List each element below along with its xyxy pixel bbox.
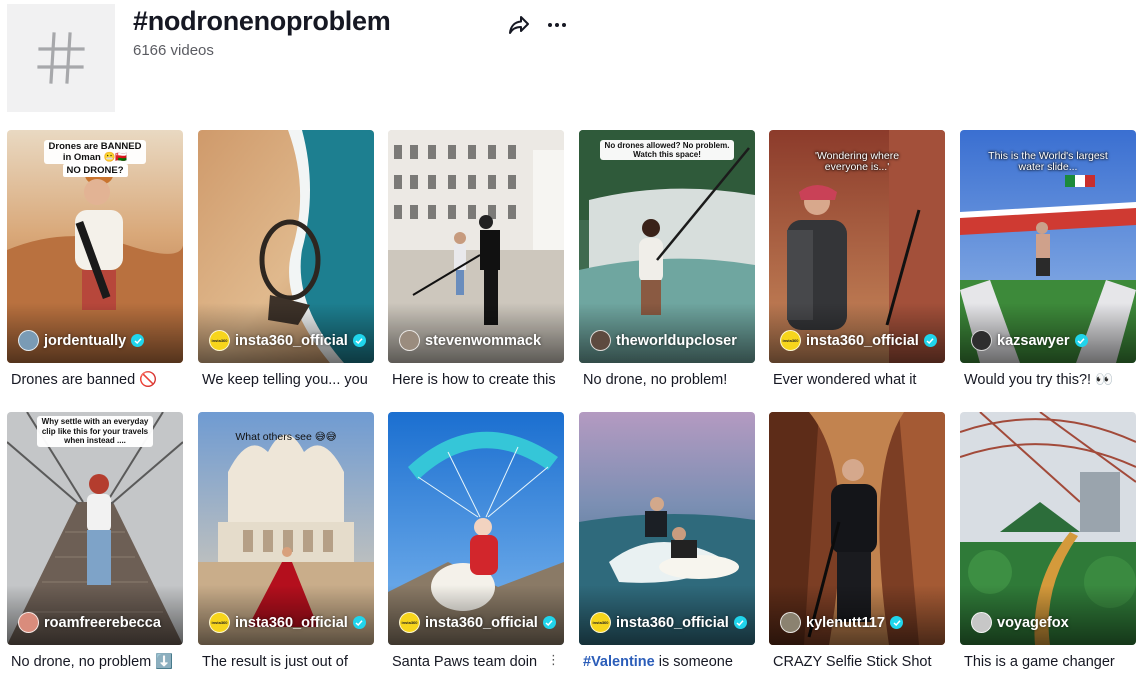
author-name: theworldupcloser — [616, 332, 737, 349]
video-thumbnail[interactable]: What others see 😅😅 insta360 insta360_off… — [198, 412, 374, 645]
video-card[interactable]: No drones allowed? No problem. Watch thi… — [579, 130, 755, 390]
verified-check-icon — [542, 616, 556, 629]
video-card[interactable]: What others see 😅😅 insta360 insta360_off… — [198, 412, 374, 672]
video-author[interactable]: voyagefox — [971, 612, 1069, 633]
author-name: jordentually — [44, 332, 127, 349]
avatar — [780, 612, 801, 633]
video-card[interactable]: voyagefox This is a game changer — [960, 412, 1136, 672]
avatar — [971, 612, 992, 633]
verified-check-icon — [1074, 334, 1088, 347]
hashtag-link[interactable]: #Valentine — [583, 654, 655, 670]
author-name: insta360_official — [616, 614, 729, 631]
video-caption-overlay: No drones allowed? No problem. Watch thi… — [579, 140, 755, 162]
video-card[interactable]: insta360 insta360_official Santa Paws te… — [388, 412, 564, 672]
video-description[interactable]: No drone, no problem ⬇️ — [7, 652, 183, 672]
video-description[interactable]: Drones are banned 🚫 — [7, 370, 183, 390]
video-thumbnail[interactable]: insta360 insta360_official — [198, 130, 374, 363]
video-card[interactable]: Drones are BANNED in Oman 😬🇴🇲 NO DRONE? … — [7, 130, 183, 390]
video-author[interactable]: stevenwommack — [399, 330, 541, 351]
author-name: roamfreerebecca — [44, 614, 161, 631]
share-button[interactable] — [505, 11, 533, 39]
video-card[interactable]: Why settle with an everyday clip like th… — [7, 412, 183, 672]
author-name: voyagefox — [997, 614, 1069, 631]
hashtag-header: #nodronenoproblem 6166 videos — [0, 0, 1145, 120]
video-thumbnail[interactable]: 'Wondering where everyone is...' insta36… — [769, 130, 945, 363]
video-author[interactable]: insta360 insta360_official — [399, 612, 556, 633]
video-author[interactable]: roamfreerebecca — [18, 612, 161, 633]
avatar — [971, 330, 992, 351]
video-description[interactable]: We keep telling you... you — [198, 370, 374, 390]
video-description[interactable]: #Valentine is someone — [579, 652, 755, 672]
video-thumbnail[interactable]: insta360 insta360_official — [579, 412, 755, 645]
video-author[interactable]: kylenutt117 — [780, 612, 903, 633]
avatar: insta360 — [780, 330, 801, 351]
author-name: insta360_official — [235, 614, 348, 631]
video-thumbnail[interactable]: Why settle with an everyday clip like th… — [7, 412, 183, 645]
author-name: stevenwommack — [425, 332, 542, 349]
video-author[interactable]: insta360 insta360_official — [209, 330, 366, 351]
verified-check-icon — [923, 334, 937, 347]
verified-check-icon — [352, 334, 366, 347]
video-description[interactable]: No drone, no problem! — [579, 370, 755, 390]
more-icon[interactable]: ⋮ — [547, 652, 560, 670]
author-name: insta360_official — [806, 332, 919, 349]
avatar — [590, 330, 611, 351]
avatar: insta360 — [209, 330, 230, 351]
video-author[interactable]: theworldupcloser — [590, 330, 737, 351]
page-title: #nodronenoproblem — [133, 6, 391, 36]
video-description[interactable]: Santa Paws team doin ⋮ — [388, 652, 564, 672]
video-author[interactable]: insta360 insta360_official — [780, 330, 937, 351]
author-name: kylenutt117 — [806, 614, 885, 631]
video-card[interactable]: stevenwommack Here is how to create this — [388, 130, 564, 390]
video-thumbnail[interactable]: kylenutt117 — [769, 412, 945, 645]
video-thumbnail[interactable]: voyagefox — [960, 412, 1136, 645]
video-author[interactable]: kazsawyer — [971, 330, 1088, 351]
video-caption-overlay: Why settle with an everyday clip like th… — [7, 416, 183, 448]
video-description[interactable]: Here is how to create this — [388, 370, 564, 390]
video-description[interactable]: Would you try this?! 👀 — [960, 370, 1136, 390]
avatar: insta360 — [209, 612, 230, 633]
video-author[interactable]: insta360 insta360_official — [590, 612, 747, 633]
video-card[interactable]: This is the World's largest water slide.… — [960, 130, 1136, 390]
video-count: 6166 videos — [133, 42, 214, 59]
author-name: insta360_official — [425, 614, 538, 631]
video-author[interactable]: jordentually — [18, 330, 145, 351]
verified-check-icon — [733, 616, 747, 629]
avatar — [18, 612, 39, 633]
video-card[interactable]: 'Wondering where everyone is...' insta36… — [769, 130, 945, 390]
avatar — [399, 330, 420, 351]
author-name: kazsawyer — [997, 332, 1070, 349]
video-thumbnail[interactable]: This is the World's largest water slide.… — [960, 130, 1136, 363]
video-thumbnail[interactable]: Drones are BANNED in Oman 😬🇴🇲 NO DRONE? … — [7, 130, 183, 363]
avatar — [18, 330, 39, 351]
video-card[interactable]: kylenutt117 CRAZY Selfie Stick Shot — [769, 412, 945, 672]
video-card[interactable]: insta360 insta360_official We keep telli… — [198, 130, 374, 390]
video-caption-overlay: 'Wondering where everyone is...' — [814, 150, 900, 173]
avatar: insta360 — [399, 612, 420, 633]
video-description[interactable]: CRAZY Selfie Stick Shot — [769, 652, 945, 672]
video-caption-overlay: What others see 😅😅 — [235, 431, 337, 443]
video-thumbnail[interactable]: stevenwommack — [388, 130, 564, 363]
share-icon — [509, 16, 529, 34]
verified-check-icon — [352, 616, 366, 629]
author-name: insta360_official — [235, 332, 348, 349]
video-description[interactable]: This is a game changer — [960, 652, 1136, 672]
verified-check-icon — [890, 616, 903, 629]
video-caption-overlay: NO DRONE? — [62, 164, 128, 177]
video-thumbnail[interactable]: insta360 insta360_official — [388, 412, 564, 645]
video-author[interactable]: insta360 insta360_official — [209, 612, 366, 633]
video-description[interactable]: Ever wondered what it — [769, 370, 945, 390]
more-icon — [548, 23, 566, 27]
video-description[interactable]: The result is just out of — [198, 652, 374, 672]
verified-check-icon — [131, 334, 145, 347]
more-options-button[interactable] — [543, 11, 571, 39]
hashtag-icon — [37, 32, 85, 84]
video-caption-overlay: This is the World's largest water slide.… — [988, 150, 1108, 173]
hashtag-avatar — [7, 4, 115, 112]
video-card[interactable]: insta360 insta360_official #Valentine is… — [579, 412, 755, 672]
avatar: insta360 — [590, 612, 611, 633]
video-thumbnail[interactable]: No drones allowed? No problem. Watch thi… — [579, 130, 755, 363]
